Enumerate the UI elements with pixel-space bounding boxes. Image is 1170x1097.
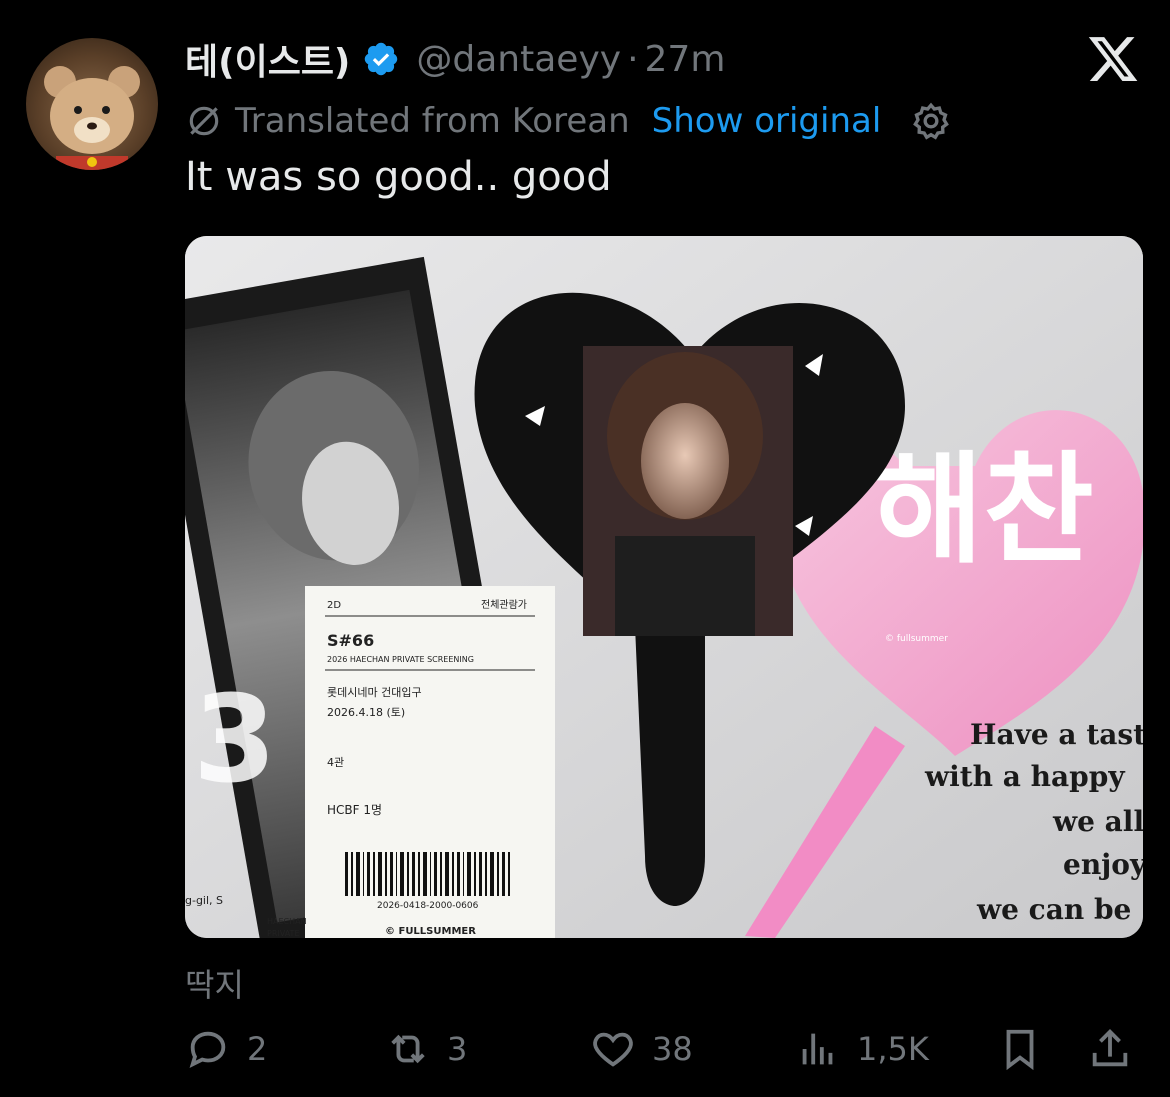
ticket-footer: © FULLSUMMER (385, 926, 476, 937)
photocard-sub-text: PRIVATE (267, 929, 300, 938)
separator-dot: · (627, 38, 639, 80)
media-illustration: 3 해찬 © fullsummer Have a tast with a hap… (185, 236, 1143, 938)
repost-button[interactable]: 3 (385, 1020, 467, 1078)
ticket-seat: S#66 (327, 631, 374, 650)
ticket-hall: 4관 (327, 756, 344, 769)
repost-icon (391, 1034, 425, 1064)
ticket-barcode-number: 2026-0418-2000-0606 (377, 901, 479, 911)
views-icon (802, 1033, 833, 1065)
ticket-event: 2026 HAECHAN PRIVATE SCREENING (327, 655, 474, 664)
bookmark-icon (1006, 1029, 1034, 1071)
show-original-link[interactable]: Show original (652, 101, 882, 141)
avatar-bear-image (44, 66, 140, 170)
display-name[interactable]: 테(이스트) (185, 33, 350, 85)
views-count: 1,5K (857, 1030, 929, 1068)
pink-fan-text: 해찬 (873, 441, 1094, 580)
tweet-header: 테(이스트) @dantaeyy · 27m (185, 28, 725, 90)
translate-icon (189, 106, 219, 136)
poster-line-5: we can be (976, 893, 1131, 926)
x-logo-icon[interactable] (1086, 32, 1140, 86)
ticket-type: HCBF 1명 (327, 803, 382, 817)
photocard-small-text: g-gil, S (185, 894, 223, 907)
tweet-caption: 딱지 (185, 966, 244, 1004)
share-button[interactable] (1087, 1020, 1133, 1078)
ticket-format: 2D (327, 600, 341, 611)
reply-button[interactable]: 2 (185, 1020, 267, 1078)
share-icon (1092, 1029, 1128, 1067)
gear-icon[interactable] (911, 101, 951, 141)
repost-count: 3 (447, 1030, 468, 1068)
action-bar: 2 3 38 1,5K (185, 1020, 1135, 1078)
ticket-rating: 전체관람가 (481, 598, 527, 611)
ticket-date: 2026.4.18 (토) (327, 706, 405, 719)
poster-line-1: Have a tast (970, 718, 1143, 751)
poster-line-3: we all (1052, 805, 1143, 838)
reply-count: 2 (247, 1030, 268, 1068)
poster-line-4: enjoy (1063, 848, 1143, 881)
translated-label: Translated from Korean (235, 101, 630, 141)
photocard-name-text: HAECHAN (267, 917, 307, 926)
verified-badge-icon[interactable] (362, 40, 400, 78)
avatar[interactable] (26, 38, 158, 170)
svg-text:3: 3 (193, 671, 277, 810)
timestamp[interactable]: 27m (645, 39, 726, 80)
ticket-venue: 롯데시네마 건대입구 (327, 686, 422, 699)
like-count: 38 (652, 1030, 693, 1068)
reply-icon (189, 1031, 226, 1069)
tweet-text: It was so good.. good (185, 154, 612, 200)
heart-icon (593, 1032, 633, 1067)
user-handle[interactable]: @dantaeyy (416, 39, 621, 80)
tweet-media-photo[interactable]: 3 해찬 © fullsummer Have a tast with a hap… (185, 236, 1143, 938)
views-button[interactable]: 1,5K (795, 1020, 929, 1078)
like-button[interactable]: 38 (590, 1020, 693, 1078)
bookmark-button[interactable] (997, 1020, 1043, 1078)
poster-line-2: with a happy (924, 760, 1125, 793)
pink-fan-small: © fullsummer (885, 634, 948, 644)
translation-row: Translated from Korean Show original (185, 96, 951, 146)
